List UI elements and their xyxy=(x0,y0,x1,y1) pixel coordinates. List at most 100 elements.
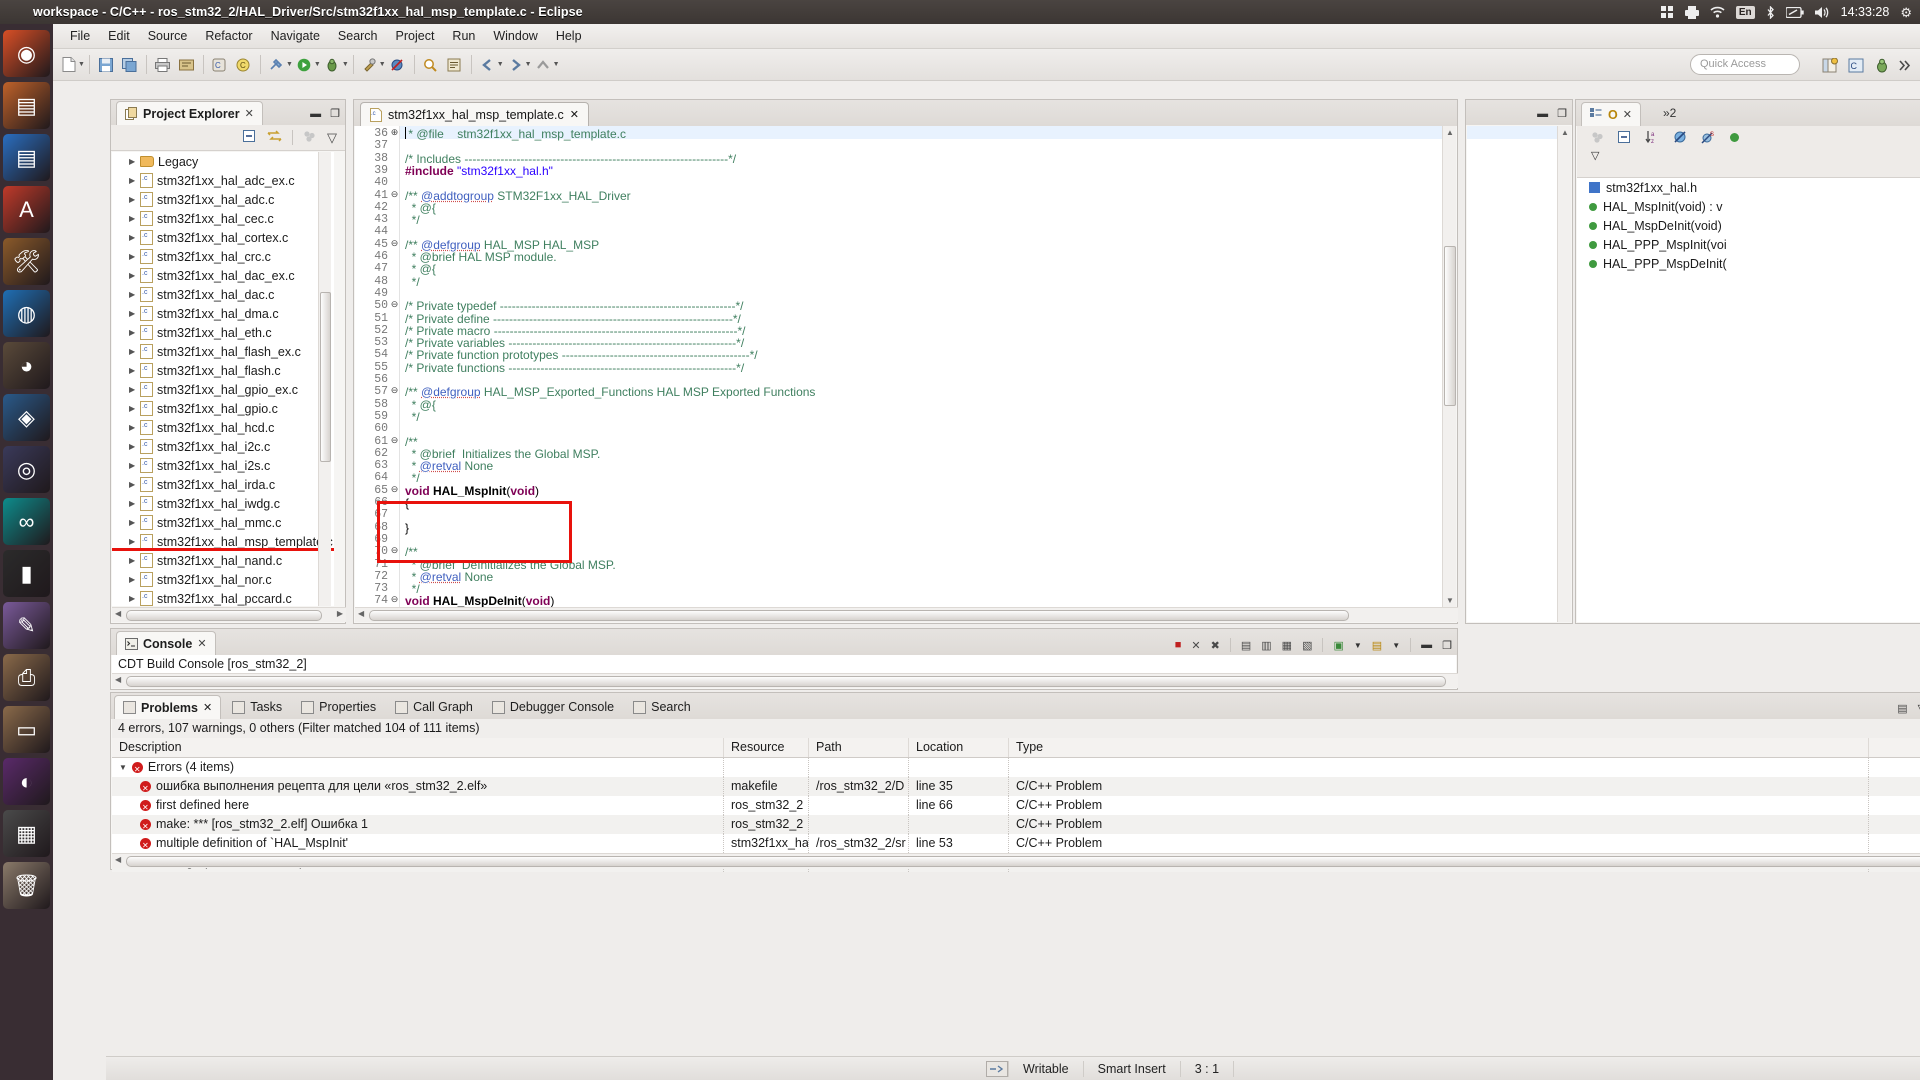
quick-access-input[interactable]: Quick Access xyxy=(1690,54,1800,75)
skip-breakpoints-icon[interactable] xyxy=(387,54,409,76)
fold-toggle-icon[interactable]: ⊖ xyxy=(390,189,399,200)
new-c-project-icon[interactable]: C xyxy=(209,54,231,76)
view-menu-icon[interactable]: ▽ xyxy=(327,130,337,146)
external-tools-icon[interactable] xyxy=(359,54,381,76)
clear-icon[interactable]: ▤ xyxy=(1241,639,1251,652)
remove-all-icon[interactable]: ✖ xyxy=(1211,639,1220,652)
menu-navigate[interactable]: Navigate xyxy=(262,26,329,46)
fold-toggle-icon[interactable]: ⊖ xyxy=(390,238,399,249)
blender-icon[interactable]: ◈ xyxy=(3,394,50,441)
battery-icon[interactable] xyxy=(1786,7,1804,18)
expand-arrow-icon[interactable]: ▶ xyxy=(129,404,135,413)
fold-toggle-icon[interactable]: ⊖ xyxy=(390,435,399,446)
fold-toggle-icon[interactable]: ⊕ xyxy=(390,127,399,138)
close-icon[interactable]: ✕ xyxy=(1623,108,1632,121)
tab-problems[interactable]: Problems ✕ xyxy=(114,695,221,719)
menu-file[interactable]: File xyxy=(61,26,99,46)
tree-item[interactable]: ▶ stm32f1xx_hal_adc.c xyxy=(112,190,334,209)
menu-refactor[interactable]: Refactor xyxy=(196,26,261,46)
close-icon[interactable]: ✕ xyxy=(245,107,254,120)
editor-horizontal-scrollbar[interactable]: ◀ xyxy=(355,607,1458,622)
expand-arrow-icon[interactable]: ▶ xyxy=(129,461,135,470)
close-icon[interactable]: ✕ xyxy=(197,637,206,650)
minimize-icon[interactable]: ▬ xyxy=(1537,108,1548,120)
link-with-editor-icon[interactable] xyxy=(267,130,282,146)
forward-icon[interactable] xyxy=(505,54,527,76)
fold-toggle-icon[interactable]: ⊖ xyxy=(390,594,399,605)
pin-icon[interactable]: ▧ xyxy=(1302,639,1312,652)
open-console-icon[interactable]: ▤ xyxy=(1372,639,1382,652)
hide-fields-icon[interactable] xyxy=(1673,130,1688,147)
tree-item[interactable]: ▶stm32f1xx_hal_nand.c xyxy=(112,551,334,570)
scroll-right-icon[interactable]: ▶ xyxy=(337,609,343,618)
tree-item[interactable]: ▶stm32f1xx_hal_adc_ex.c xyxy=(112,171,334,190)
menu-search[interactable]: Search xyxy=(329,26,387,46)
code-line[interactable]: void HAL_MspInit(void) xyxy=(405,484,539,498)
project-file-tree[interactable]: ▶ Legacy ▶ stm32f1xx_hal_adc_ex.c ▶ stm32f1xx… xyxy=(112,152,334,606)
run-icon[interactable] xyxy=(294,54,316,76)
scroll-left-icon[interactable]: ◀ xyxy=(115,675,121,684)
tree-item[interactable]: ▶ stm32f1xx_hal_dac_ex.c xyxy=(112,266,334,285)
chevron-down-icon[interactable]: ▼ xyxy=(286,61,293,68)
expand-arrow-icon[interactable]: ▶ xyxy=(129,442,135,451)
new-icon[interactable] xyxy=(58,54,80,76)
expand-arrow-icon[interactable]: ▶ xyxy=(129,556,135,565)
table-row[interactable]: make: *** [ros_stm32_2.elf] Ошибка 1ros_… xyxy=(112,815,1920,834)
chevron-down-icon[interactable]: ▼ xyxy=(78,61,85,68)
hide-nonpublic-icon[interactable] xyxy=(1729,132,1740,146)
expand-arrow-icon[interactable]: ▶ xyxy=(129,157,135,166)
text-editor-icon[interactable]: ✎ xyxy=(3,602,50,649)
code-line[interactable]: * @file stm32f1xx_hal_msp_template.c xyxy=(405,127,626,141)
expand-arrow-icon[interactable]: ▶ xyxy=(129,271,135,280)
editor-vertical-scrollbar[interactable]: ▲ ▼ xyxy=(1442,126,1456,607)
volume-icon[interactable] xyxy=(1815,6,1830,19)
build-all-icon[interactable] xyxy=(176,54,198,76)
chevron-down-icon[interactable]: ▼ xyxy=(1354,641,1362,650)
project-explorer-horizontal-scrollbar[interactable]: ◀ ▶ xyxy=(112,607,346,622)
table-row[interactable]: ошибка выполнения рецепта для цели «ros_… xyxy=(112,777,1920,796)
tree-item[interactable]: ▶ stm32f1xx_hal_hcd.c xyxy=(112,418,334,437)
tree-item[interactable]: ▶ stm32f1xx_hal_nor.c xyxy=(112,570,334,589)
outline-item[interactable]: HAL_PPP_MspInit(voi xyxy=(1577,235,1920,254)
new-class-icon[interactable]: C xyxy=(233,54,255,76)
tree-item[interactable]: ▶ stm32f1xx_hal_gpio_ex.c xyxy=(112,380,334,399)
column-header-path[interactable]: Path xyxy=(809,738,909,757)
scroll-down-icon[interactable]: ▼ xyxy=(1446,596,1454,605)
code-line[interactable]: /** @defgroup HAL_MSP_Exported_Functions… xyxy=(405,385,815,399)
console-horizontal-scrollbar[interactable]: ◀ xyxy=(112,673,1458,688)
menu-run[interactable]: Run xyxy=(443,26,484,46)
tab-call-graph[interactable]: Call Graph xyxy=(387,695,481,719)
chevron-down-icon[interactable]: ▼ xyxy=(525,61,532,68)
tab-stm32f1xx-hal-msp-template-c[interactable]: .c stm32f1xx_hal_msp_template.c ✕ xyxy=(360,102,589,126)
tools-icon[interactable]: 🛠 xyxy=(3,238,50,285)
tab-project-explorer[interactable]: Project Explorer ✕ xyxy=(116,101,263,125)
wifi-icon[interactable] xyxy=(1710,6,1725,18)
menu-help[interactable]: Help xyxy=(547,26,591,46)
expand-arrow-icon[interactable]: ▶ xyxy=(129,328,135,337)
tree-item[interactable]: ▶stm32f1xx_hal_mmc.c xyxy=(112,513,334,532)
tree-item[interactable]: ▶ stm32f1xx_hal_msp_template.c xyxy=(112,532,334,551)
tab-debugger-console[interactable]: Debugger Console xyxy=(484,695,622,719)
gimp-icon[interactable]: ◕ xyxy=(3,342,50,389)
minimize-icon[interactable]: ▬ xyxy=(1421,639,1432,651)
trash-icon[interactable]: 🗑 xyxy=(3,862,50,909)
workspace-switcher-icon[interactable]: ▦ xyxy=(3,810,50,857)
outline-item[interactable]: HAL_PPP_MspDeInit( xyxy=(1577,254,1920,273)
tree-item[interactable]: ▶stm32f1xx_hal_irda.c xyxy=(112,475,334,494)
maximize-icon[interactable]: ❐ xyxy=(1442,639,1452,652)
open-perspective-icon[interactable] xyxy=(1819,54,1841,76)
outline-item[interactable]: HAL_MspDeInit(void) xyxy=(1577,216,1920,235)
expand-arrow-icon[interactable]: ▶ xyxy=(129,214,135,223)
scroll-up-icon[interactable]: ▲ xyxy=(1561,128,1569,137)
code-line[interactable]: #include "stm32f1xx_hal.h" xyxy=(405,164,553,178)
firefox-icon[interactable]: ◍ xyxy=(3,290,50,337)
system-clock[interactable]: 14:33:28 xyxy=(1841,5,1890,19)
column-header-resource[interactable]: Resource xyxy=(724,738,809,757)
expand-arrow-icon[interactable]: ▶ xyxy=(129,347,135,356)
expand-arrow-icon[interactable]: ▶ xyxy=(129,575,135,584)
libreoffice-writer-icon[interactable]: ▤ xyxy=(3,134,50,181)
cpp-perspective-icon[interactable]: C xyxy=(1845,54,1867,76)
menu-project[interactable]: Project xyxy=(387,26,444,46)
tab-properties[interactable]: Properties xyxy=(293,695,384,719)
hide-static-icon[interactable]: S xyxy=(1701,130,1716,147)
